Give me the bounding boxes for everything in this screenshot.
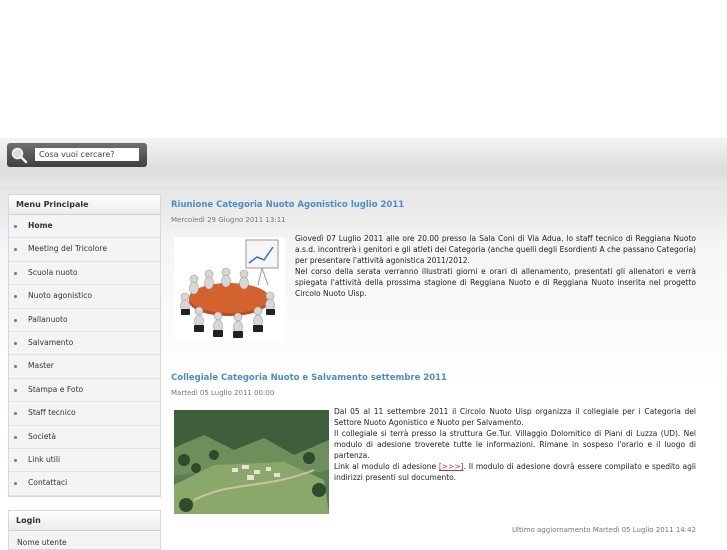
meeting-illustration	[174, 237, 285, 342]
sidebar-item-meeting-del-tricolore[interactable]: Meeting del Tricolore	[9, 238, 160, 262]
mountain-village-photo	[174, 410, 329, 514]
bullet-icon	[14, 225, 17, 228]
bullet-icon	[14, 271, 17, 275]
login-title: Login	[9, 511, 160, 531]
bullet-icon	[14, 341, 17, 345]
article-paragraph: Il collegiale si terrà presso la struttu…	[334, 429, 696, 460]
bullet-icon	[14, 388, 17, 392]
sidebar-item-salvamento[interactable]: Salvamento	[9, 332, 160, 356]
search-icon[interactable]	[10, 146, 28, 164]
bullet-icon	[14, 295, 17, 299]
search-box	[7, 143, 147, 167]
bullet-icon	[14, 458, 17, 462]
sidebar-item-scuola-nuoto[interactable]: Scuola nuoto	[9, 262, 160, 286]
article-date: Mercoledì 29 Giugno 2011 13:11	[171, 216, 286, 224]
sidebar-item-stampa-e-foto[interactable]: Stampa e Foto	[9, 379, 160, 403]
bullet-icon	[14, 318, 17, 322]
main-menu: Menu Principale Home Meeting del Tricolo…	[8, 194, 161, 497]
sidebar-item-staff-tecnico[interactable]: Staff tecnico	[9, 402, 160, 426]
bullet-icon	[14, 248, 17, 252]
last-update-note: Ultimo aggiornamento Martedì 05 Luglio 2…	[511, 526, 696, 534]
sidebar-item-nuoto-agonistico[interactable]: Nuoto agonistico	[9, 285, 160, 309]
bullet-icon	[14, 435, 17, 439]
sidebar-item-master[interactable]: Master	[9, 355, 160, 379]
sidebar-item-societa[interactable]: Società	[9, 426, 160, 449]
bullet-icon	[14, 412, 17, 416]
login-box: Login Nome utente	[8, 510, 161, 550]
sidebar-item-link-utili[interactable]: Link utili	[9, 449, 160, 473]
sidebar-item-pallanuoto[interactable]: Pallanuoto	[9, 309, 160, 332]
article-paragraph: Link al modulo di adesione [>>>]. Il mod…	[334, 462, 696, 482]
article-date: Martedì 05 Luglio 2011 00:00	[171, 389, 275, 397]
article-paragraph: Dal 05 al 11 settembre 2011 il Circolo N…	[334, 407, 696, 427]
article-title[interactable]: Riunione Categoria Nuoto Agonistico lugl…	[171, 200, 404, 210]
search-input[interactable]	[35, 148, 139, 161]
article-title[interactable]: Collegiale Categoria Nuoto e Salvamento …	[171, 373, 447, 383]
main-menu-title: Menu Principale	[9, 195, 160, 215]
module-link[interactable]: [>>>]	[439, 462, 464, 471]
article-body: Dal 05 al 11 settembre 2011 il Circolo N…	[334, 406, 696, 483]
sidebar-item-home[interactable]: Home	[9, 215, 160, 239]
article-paragraph: Nel corso della serata verranno illustra…	[295, 267, 696, 298]
sidebar-item-contattaci[interactable]: Contattaci	[9, 472, 160, 496]
article-paragraph: Giovedì 07 Luglio 2011 alle ore 20.00 pr…	[295, 234, 696, 265]
article-body: Giovedì 07 Luglio 2011 alle ore 20.00 pr…	[295, 233, 696, 299]
bullet-icon	[14, 482, 17, 486]
bullet-icon	[14, 365, 17, 369]
